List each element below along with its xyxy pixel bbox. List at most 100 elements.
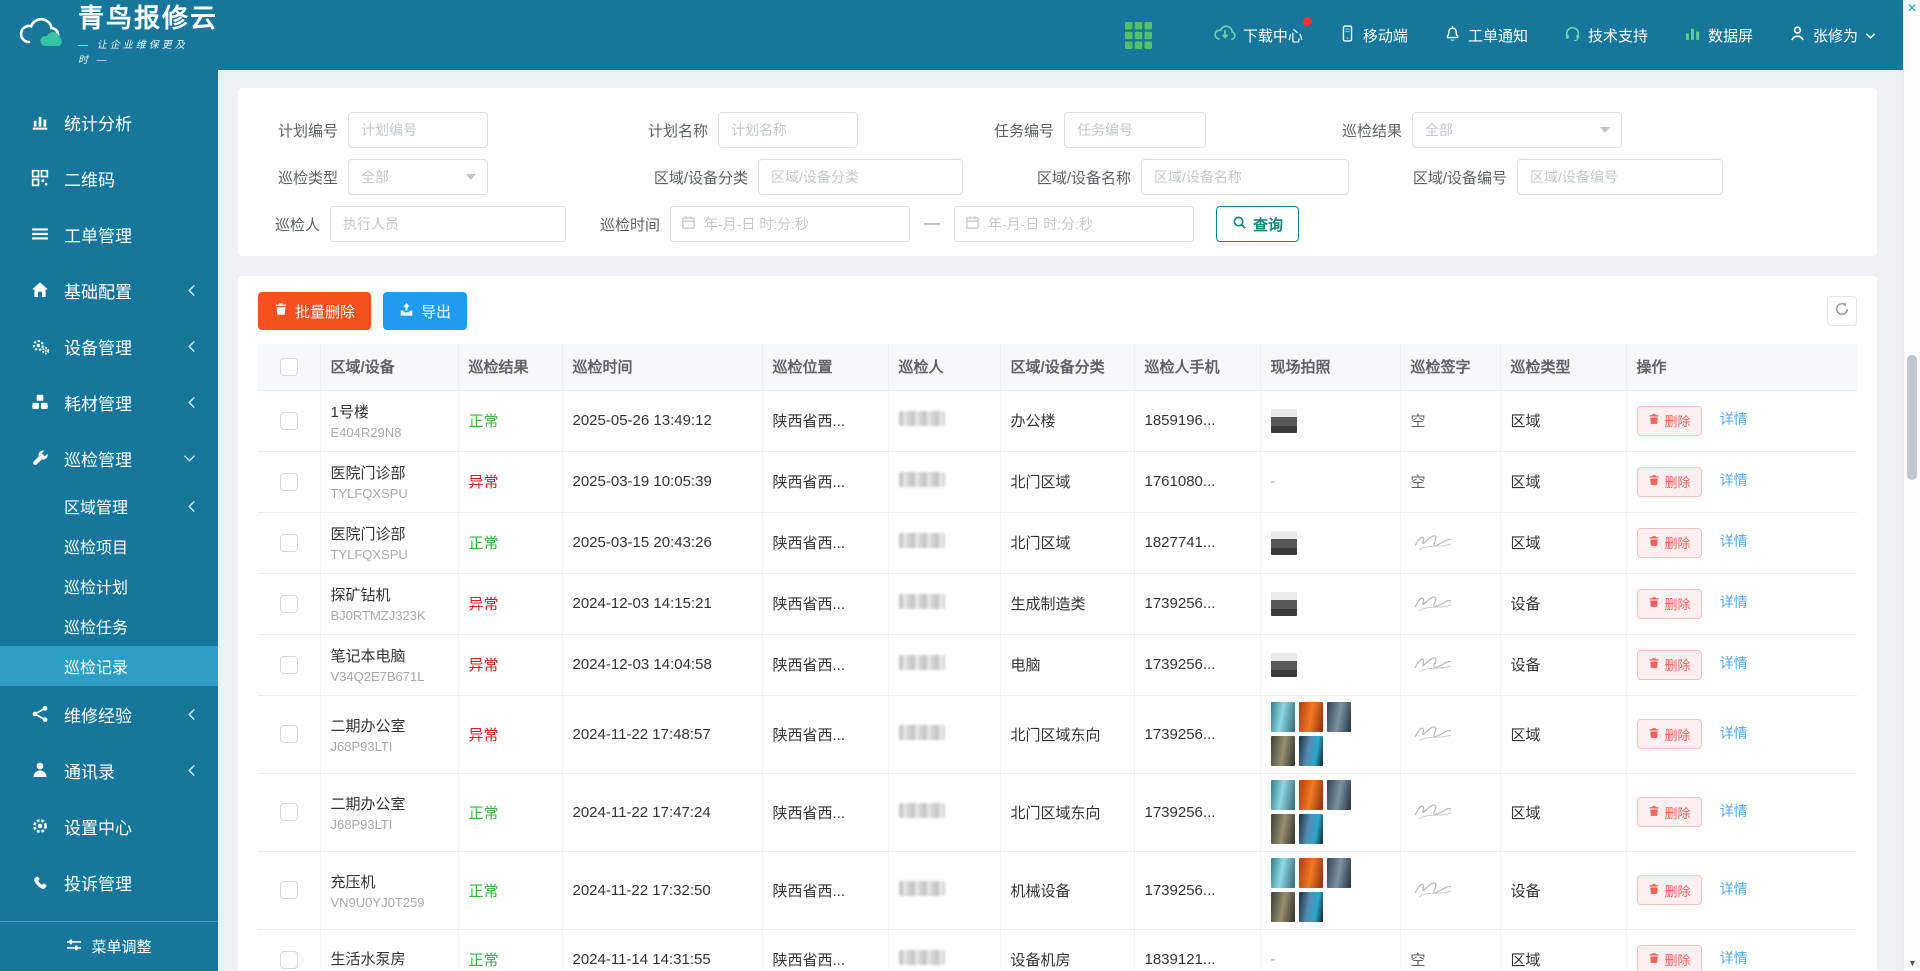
header-menu-item[interactable]: 技术支持 — [1564, 25, 1648, 46]
sidebar-item[interactable]: 工单管理 — [0, 206, 218, 262]
detail-link[interactable]: 详情 — [1720, 411, 1748, 427]
delete-button[interactable]: 删除 — [1637, 719, 1702, 749]
row-checkbox[interactable] — [280, 534, 298, 552]
trash-icon — [1648, 727, 1660, 742]
detail-link[interactable]: 详情 — [1720, 725, 1748, 741]
header-menu-item[interactable]: 下载中心 — [1214, 24, 1303, 46]
sidebar-item[interactable]: 二维码 — [0, 150, 218, 206]
page-scrollbar[interactable]: ✕ ▼ — [1903, 0, 1920, 971]
row-checkbox[interactable] — [280, 803, 298, 821]
sidebar-item[interactable]: 设备管理 — [0, 318, 218, 374]
device-category: 办公楼 — [1000, 390, 1134, 451]
header-menu-item[interactable]: 工单通知 — [1444, 25, 1528, 46]
photo-thumbnail[interactable] — [1271, 592, 1297, 616]
task-no-label: 任务编号 — [974, 120, 1054, 141]
result-badge: 正常 — [469, 805, 499, 822]
detail-link[interactable]: 详情 — [1720, 881, 1748, 897]
inspector-input[interactable] — [330, 206, 566, 242]
header-menu-item[interactable]: 移动端 — [1339, 25, 1408, 46]
plan-no-input[interactable] — [348, 112, 488, 148]
photo-thumbnail[interactable] — [1271, 531, 1297, 555]
chevron-left-icon — [187, 396, 196, 409]
device-category: 北门区域 — [1000, 451, 1134, 512]
device-no-input[interactable] — [1517, 159, 1723, 195]
user-menu[interactable]: 张修为 — [1789, 25, 1876, 46]
detail-link[interactable]: 详情 — [1720, 594, 1748, 610]
sidebar-item[interactable]: 通讯录 — [0, 742, 218, 798]
apps-grid-icon[interactable] — [1125, 22, 1152, 49]
detail-link[interactable]: 详情 — [1720, 950, 1748, 966]
inspect-type: 区域 — [1500, 695, 1626, 773]
plan-name-input[interactable] — [718, 112, 858, 148]
table-row: 二期办公室 J68P93LTI 正常 2024-11-22 17:47:24 陕… — [258, 773, 1857, 851]
menu-adjust-button[interactable]: 菜单调整 — [0, 921, 218, 971]
device-cat-input[interactable] — [758, 159, 963, 195]
scroll-down-arrow[interactable]: ▼ — [1908, 958, 1917, 968]
signature-image — [1411, 810, 1457, 827]
start-time-input[interactable]: 年-月-日 时:分:秒 — [670, 206, 910, 242]
sidebar-item[interactable]: 投诉管理 — [0, 854, 218, 910]
photo-thumbnails[interactable] — [1271, 702, 1355, 766]
row-checkbox[interactable] — [280, 595, 298, 613]
inspect-type: 设备 — [1500, 851, 1626, 929]
refresh-button[interactable] — [1827, 296, 1857, 326]
sidebar-item[interactable]: 巡检项目 — [0, 526, 218, 566]
device-code: V34Q2E7B671L — [331, 669, 448, 684]
photo-thumbnails[interactable] — [1271, 858, 1355, 922]
records-table: 区域/设备 巡检结果 巡检时间 巡检位置 巡检人 区域/设备分类 巡检人手机 现… — [258, 344, 1857, 971]
calendar-icon — [681, 215, 696, 233]
search-button[interactable]: 查询 — [1216, 206, 1299, 242]
sidebar-item[interactable]: 巡检记录 — [0, 646, 218, 686]
row-checkbox[interactable] — [280, 656, 298, 674]
scrollbar-thumb[interactable] — [1907, 355, 1917, 480]
delete-button[interactable]: 删除 — [1637, 945, 1702, 971]
masked-inspector-name — [899, 533, 945, 548]
type-select[interactable]: 全部 — [348, 159, 488, 195]
sidebar-item[interactable]: 设置中心 — [0, 798, 218, 854]
photo-thumbnails[interactable] — [1271, 780, 1355, 844]
select-all-checkbox[interactable] — [280, 358, 298, 376]
device-name: 医院门诊部 — [331, 462, 448, 483]
row-checkbox[interactable] — [280, 725, 298, 743]
delete-button[interactable]: 删除 — [1637, 406, 1702, 436]
detail-link[interactable]: 详情 — [1720, 803, 1748, 819]
sidebar-item[interactable]: 巡检计划 — [0, 566, 218, 606]
row-checkbox[interactable] — [280, 951, 298, 969]
delete-button[interactable]: 删除 — [1637, 650, 1702, 680]
export-button[interactable]: 导出 — [383, 292, 467, 330]
end-time-input[interactable]: 年-月-日 时:分:秒 — [954, 206, 1194, 242]
batch-delete-button[interactable]: 批量删除 — [258, 292, 371, 330]
sidebar-item[interactable]: 基础配置 — [0, 262, 218, 318]
site-photos-cell: - — [1260, 451, 1400, 512]
photo-thumbnail[interactable] — [1271, 409, 1297, 433]
sidebar-item[interactable]: 耗材管理 — [0, 374, 218, 430]
device-name-input[interactable] — [1141, 159, 1349, 195]
chevron-left-icon — [187, 340, 196, 353]
plan-name-label: 计划名称 — [628, 120, 708, 141]
detail-link[interactable]: 详情 — [1720, 472, 1748, 488]
delete-button[interactable]: 删除 — [1637, 797, 1702, 827]
detail-link[interactable]: 详情 — [1720, 655, 1748, 671]
detail-link[interactable]: 详情 — [1720, 533, 1748, 549]
delete-button[interactable]: 删除 — [1637, 875, 1702, 905]
close-icon[interactable]: ✕ — [1907, 1, 1917, 15]
row-checkbox[interactable] — [280, 881, 298, 899]
sidebar-item[interactable]: 巡检任务 — [0, 606, 218, 646]
result-badge: 异常 — [469, 727, 499, 744]
delete-button[interactable]: 删除 — [1637, 528, 1702, 558]
device-code: BJ0RTMZJ323K — [331, 608, 448, 623]
sidebar-item[interactable]: 统计分析 — [0, 94, 218, 150]
device-cat-label: 区域/设备分类 — [620, 167, 748, 188]
row-checkbox[interactable] — [280, 412, 298, 430]
sidebar-item[interactable]: 区域管理 — [0, 486, 218, 526]
sidebar-item[interactable]: 巡检管理 — [0, 430, 218, 486]
header-menu-item[interactable]: 数据屏 — [1684, 25, 1753, 46]
delete-button[interactable]: 删除 — [1637, 467, 1702, 497]
photo-thumbnail[interactable] — [1271, 653, 1297, 677]
sidebar-item[interactable]: 维修经验 — [0, 686, 218, 742]
row-checkbox[interactable] — [280, 473, 298, 491]
task-no-input[interactable] — [1064, 112, 1206, 148]
device-code: J68P93LTI — [331, 739, 448, 754]
result-select[interactable]: 全部 — [1412, 112, 1622, 148]
delete-button[interactable]: 删除 — [1637, 589, 1702, 619]
